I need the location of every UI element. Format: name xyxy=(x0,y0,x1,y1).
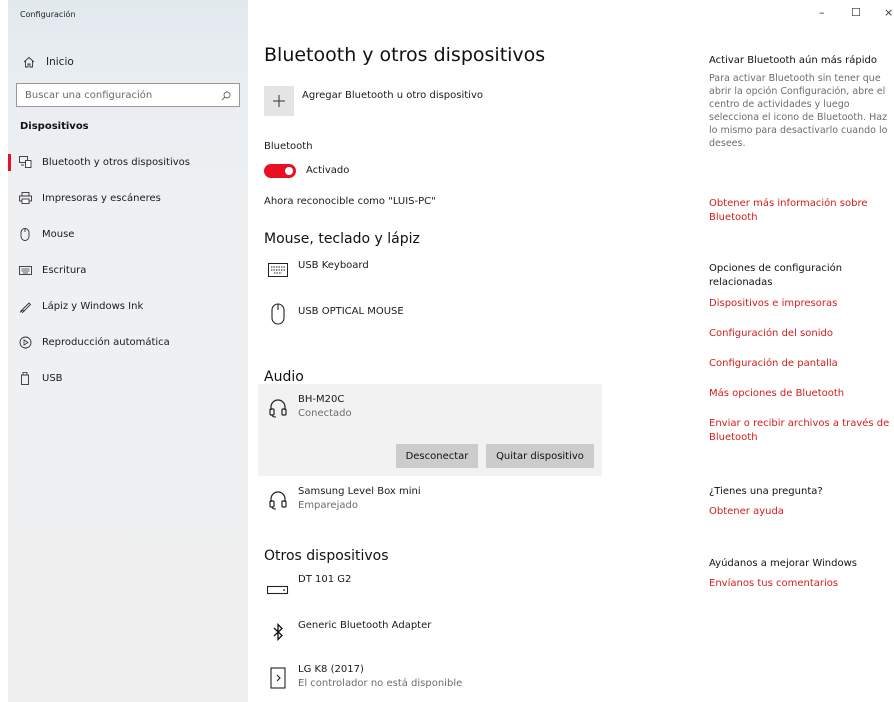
sidebar-item-label: Impresoras y escáneres xyxy=(42,192,161,204)
improve-heading: Ayúdanos a mejorar Windows xyxy=(709,558,858,569)
link-send-receive-files[interactable]: Enviar o recibir archivos a través de Bl… xyxy=(709,417,891,445)
bluetooth-state: Activado xyxy=(306,165,350,176)
sidebar-item-pen[interactable]: Lápiz y Windows Ink xyxy=(8,291,248,321)
sidebar-home-label: Inicio xyxy=(46,56,74,68)
sidebar-item-autoplay[interactable]: Reproducción automática xyxy=(8,327,248,357)
printer-icon xyxy=(10,192,40,204)
usb-drive-icon xyxy=(266,578,290,602)
device-samsung-level-box[interactable]: Samsung Level Box mini Emparejado xyxy=(258,484,602,520)
remove-device-button[interactable]: Quitar dispositivo xyxy=(486,444,594,468)
section-title-input: Mouse, teclado y lápiz xyxy=(264,231,420,247)
sidebar-item-printers[interactable]: Impresoras y escáneres xyxy=(8,183,248,213)
sidebar-home[interactable]: Inicio xyxy=(18,52,74,72)
related-heading: Opciones de configuración relacionadas xyxy=(709,263,843,288)
bluetooth-icon xyxy=(266,620,290,644)
search-box[interactable] xyxy=(16,83,240,107)
headphones-icon xyxy=(266,488,290,512)
headphones-icon xyxy=(266,396,290,420)
bluetooth-label: Bluetooth xyxy=(264,141,313,152)
question-heading: ¿Tienes una pregunta? xyxy=(709,486,823,497)
plus-icon xyxy=(273,92,285,111)
section-title-other: Otros dispositivos xyxy=(264,548,389,564)
usb-icon xyxy=(10,371,40,385)
search-icon[interactable] xyxy=(221,86,231,105)
device-name: Generic Bluetooth Adapter xyxy=(298,620,432,631)
device-bh-m20c[interactable]: BH-M20C Conectado Desconectar Quitar dis… xyxy=(258,384,602,476)
device-status: Conectado xyxy=(298,408,352,419)
device-name: Samsung Level Box mini xyxy=(298,486,421,497)
keyboard-icon xyxy=(10,265,40,275)
mouse-icon xyxy=(266,302,290,326)
device-dt101g2[interactable]: DT 101 G2 xyxy=(258,572,602,604)
sidebar-section-title: Dispositivos xyxy=(20,121,89,132)
discoverable-text: Ahora reconocible como "LUIS-PC" xyxy=(264,196,436,207)
get-help-link[interactable]: Obtener ayuda xyxy=(709,505,891,519)
device-status: Emparejado xyxy=(298,500,358,511)
link-sound-settings[interactable]: Configuración del sonido xyxy=(709,327,891,341)
bluetooth-info-link[interactable]: Obtener más información sobre Bluetooth xyxy=(709,197,891,225)
feedback-link[interactable]: Envíanos tus comentarios xyxy=(709,577,891,591)
link-more-bluetooth-options[interactable]: Más opciones de Bluetooth xyxy=(709,387,891,401)
sidebar-item-label: Mouse xyxy=(42,228,75,240)
add-device-label[interactable]: Agregar Bluetooth u otro dispositivo xyxy=(302,90,483,101)
sidebar-item-typing[interactable]: Escritura xyxy=(8,255,248,285)
sidebar-item-usb[interactable]: USB xyxy=(8,363,248,393)
device-status: El controlador no está disponible xyxy=(298,678,463,689)
disconnect-button[interactable]: Desconectar xyxy=(396,444,478,468)
device-name: BH-M20C xyxy=(298,394,345,405)
device-usb-keyboard[interactable]: USB Keyboard xyxy=(258,256,602,286)
bluetooth-devices-icon xyxy=(10,156,40,168)
phone-icon xyxy=(266,666,290,690)
device-usb-mouse[interactable]: USB OPTICAL MOUSE xyxy=(258,300,602,334)
main-content: Bluetooth y otros dispositivos Agregar B… xyxy=(248,0,700,702)
device-name: USB OPTICAL MOUSE xyxy=(298,306,404,317)
sidebar-item-mouse[interactable]: Mouse xyxy=(8,219,248,249)
sidebar-item-label: Lápiz y Windows Ink xyxy=(42,300,144,312)
keyboard-icon xyxy=(266,258,290,282)
sidebar-item-label: Escritura xyxy=(42,264,87,276)
right-panel: Activar Bluetooth aún más rápido Para ac… xyxy=(709,0,894,702)
home-icon xyxy=(18,56,40,68)
device-name: LG K8 (2017) xyxy=(298,664,364,675)
section-title-audio: Audio xyxy=(264,369,304,385)
sidebar-item-label: USB xyxy=(42,372,63,384)
device-name: DT 101 G2 xyxy=(298,574,352,585)
mouse-icon xyxy=(10,227,40,241)
autoplay-icon xyxy=(10,336,40,349)
link-display-settings[interactable]: Configuración de pantalla xyxy=(709,357,891,371)
add-device-button[interactable] xyxy=(264,86,294,116)
faster-heading: Activar Bluetooth aún más rápido xyxy=(709,55,877,66)
sidebar-item-label: Bluetooth y otros dispositivos xyxy=(42,156,190,168)
bluetooth-toggle[interactable] xyxy=(264,164,296,178)
window-title: Configuración xyxy=(20,10,76,19)
page-title: Bluetooth y otros dispositivos xyxy=(264,44,546,66)
search-input[interactable] xyxy=(25,89,221,101)
link-devices-printers[interactable]: Dispositivos e impresoras xyxy=(709,297,891,311)
sidebar-item-label: Reproducción automática xyxy=(42,336,170,348)
device-generic-bt-adapter[interactable]: Generic Bluetooth Adapter xyxy=(258,616,602,646)
sidebar: Configuración Inicio Dispositivos Blueto… xyxy=(8,0,248,702)
device-lg-k8[interactable]: LG K8 (2017) El controlador no está disp… xyxy=(258,662,602,696)
sidebar-item-bluetooth[interactable]: Bluetooth y otros dispositivos xyxy=(8,147,248,177)
faster-text: Para activar Bluetooth sin tener que abr… xyxy=(709,73,888,149)
pen-icon xyxy=(10,300,40,313)
device-name: USB Keyboard xyxy=(298,260,369,271)
